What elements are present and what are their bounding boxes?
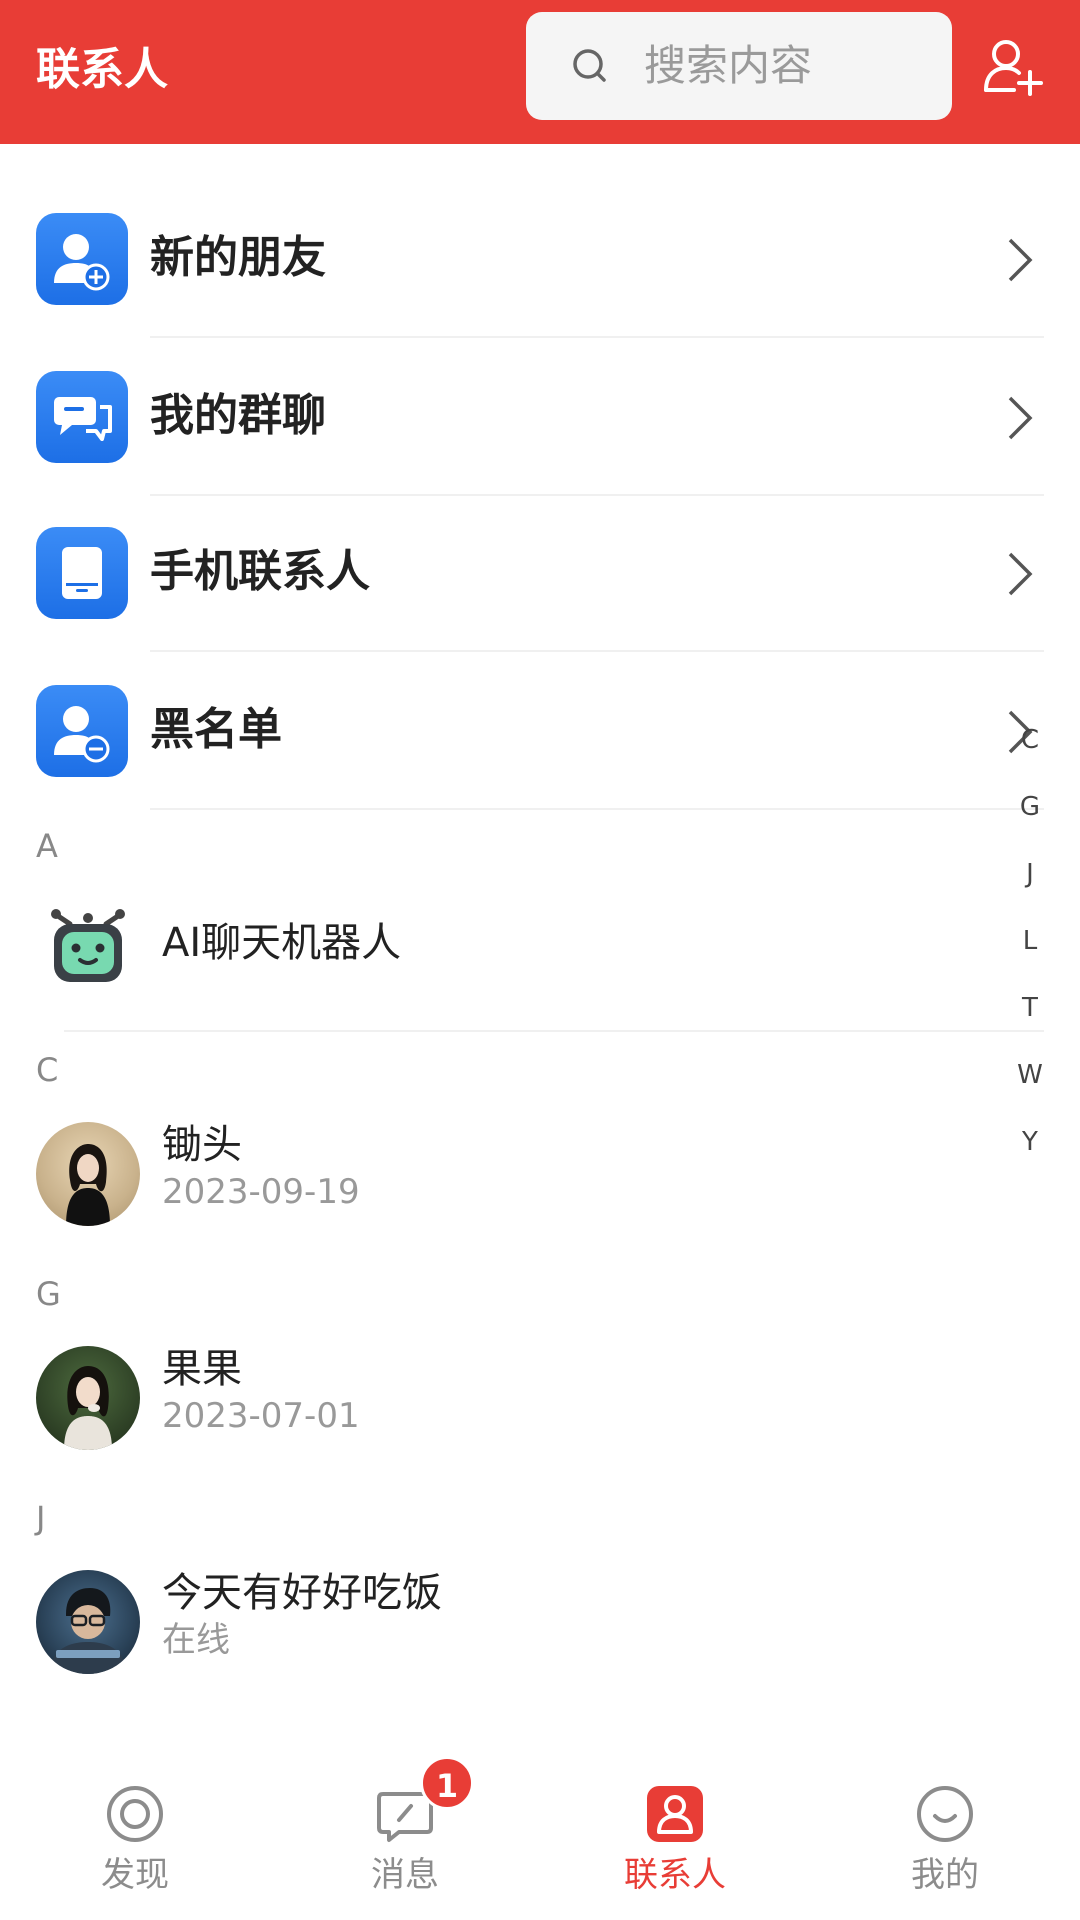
robot-avatar [36,896,140,1000]
menu-item-label: 新的朋友 [150,232,326,283]
alphabet-index-bar[interactable]: C G J L T W Y [1010,718,1050,1187]
contacts-icon [647,1786,703,1842]
profile-icon [917,1786,973,1842]
contact-item[interactable]: 锄头 2023-09-19 [0,1110,1080,1240]
chevron-right-icon [1008,396,1033,440]
contact-name: 果果 [162,1346,242,1392]
tab-label: 消息 [371,1855,439,1895]
menu-item-group-chats[interactable]: 我的群聊 [0,338,1080,496]
unread-badge: 1 [420,1756,474,1810]
menu-item-label: 手机联系人 [150,546,370,597]
divider [150,808,1044,810]
index-letter-j[interactable]: J [1010,852,1050,919]
index-letter-c[interactable]: C [1010,718,1050,785]
section-header-j: J [36,1499,46,1537]
divider [64,1030,1044,1032]
top-bar: 联系人 搜索内容 [0,0,1080,144]
menu-item-new-friends[interactable]: 新的朋友 [0,180,1080,338]
tab-label: 我的 [911,1855,979,1895]
contact-status: 在线 [162,1620,230,1660]
contact-name: 锄头 [162,1122,242,1168]
index-letter-y[interactable]: Y [1010,1120,1050,1187]
search-icon [573,49,606,82]
group-chat-icon [36,371,128,463]
tab-messages[interactable]: 1 消息 [270,1746,540,1920]
contact-name: 今天有好好吃饭 [162,1570,442,1616]
avatar [36,1346,140,1450]
tab-label: 发现 [101,1855,169,1895]
index-letter-w[interactable]: W [1010,1053,1050,1120]
section-header-a: A [36,827,58,865]
avatar [36,1122,140,1226]
contact-item[interactable]: AI聊天机器人 [0,884,1080,1014]
tab-discover[interactable]: 发现 [0,1746,270,1920]
contact-date: 2023-09-19 [162,1172,360,1212]
tab-contacts[interactable]: 联系人 [540,1746,810,1920]
menu-item-label: 黑名单 [150,704,282,755]
menu-item-label: 我的群聊 [150,390,326,441]
avatar [36,1570,140,1674]
contact-item[interactable]: 今天有好好吃饭 在线 [0,1558,1080,1688]
tab-label: 联系人 [624,1855,726,1895]
tab-profile[interactable]: 我的 [810,1746,1080,1920]
section-header-g: G [36,1275,61,1313]
discover-icon [107,1786,163,1842]
chevron-right-icon [1008,238,1033,282]
section-header-c: C [36,1051,59,1089]
menu-item-blacklist[interactable]: 黑名单 [0,652,1080,810]
contact-date: 2023-07-01 [162,1396,360,1436]
contact-name: AI聊天机器人 [162,920,402,966]
add-friend-icon [36,213,128,305]
contact-item[interactable]: 果果 2023-07-01 [0,1334,1080,1464]
chevron-right-icon [1008,552,1033,596]
blacklist-icon [36,685,128,777]
page-title: 联系人 [36,44,168,95]
bottom-tab-bar: 发现 1 消息 联系人 我的 [0,1746,1080,1920]
search-placeholder: 搜索内容 [644,41,813,90]
search-input[interactable]: 搜索内容 [526,12,952,120]
phone-contacts-icon [36,527,128,619]
index-letter-l[interactable]: L [1010,919,1050,986]
menu-item-phone-contacts[interactable]: 手机联系人 [0,494,1080,652]
add-contact-icon[interactable] [980,34,1044,98]
index-letter-g[interactable]: G [1010,785,1050,852]
index-letter-t[interactable]: T [1010,986,1050,1053]
